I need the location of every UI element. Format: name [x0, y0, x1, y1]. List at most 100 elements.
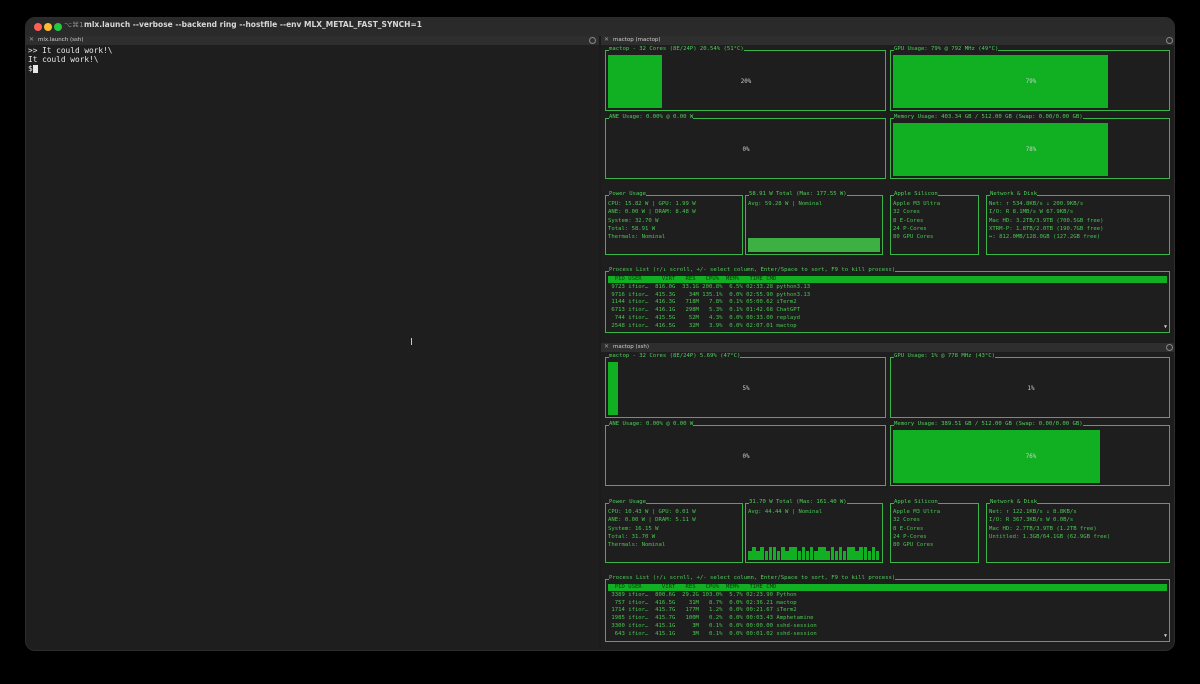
- power-panel-title: Power Usage: [609, 190, 647, 199]
- sparkline-bar: [781, 547, 785, 560]
- cpu-gauge-fill: [608, 55, 662, 108]
- table-row: 3300 ifior… 415.1G 3M 0.1% 0.0% 00:00.00…: [608, 622, 817, 629]
- network-panel-title: Network & Disk: [990, 190, 1038, 199]
- process-list[interactable]: Process List (↑/↓ scroll, +/- select col…: [605, 574, 1170, 642]
- power-panel-title: Power Usage: [609, 498, 647, 507]
- gpu-gauge-fill: [893, 55, 1108, 108]
- sparkline-bar: [793, 547, 797, 560]
- memory-usage-gauge: Memory Usage: 389.51 GB / 512.00 GB (Swa…: [890, 420, 1170, 486]
- table-row: 3389 ifior… 800.6G 29.2G 103.0% 5.7% 02:…: [608, 592, 797, 598]
- table-row: 757 ifior… 416.5G 31M 8.7% 0.0% 02:36.21…: [608, 599, 797, 606]
- process-rows[interactable]: 3389 ifior… 800.6G 29.2G 103.0% 5.7% 02:…: [608, 592, 817, 638]
- memory-usage-gauge: Memory Usage: 403.34 GB / 512.00 GB (Swa…: [890, 113, 1170, 179]
- network-disk-panel: Network & Disk Net: ↑ 534.8KB/s ↓ 200.9K…: [986, 190, 1170, 255]
- terminal-session[interactable]: >> It could work!\ It could work!\ $ I: [26, 45, 599, 650]
- sparkline-bar: [789, 547, 793, 560]
- process-list[interactable]: Process List (↑/↓ scroll, +/- select col…: [605, 266, 1170, 333]
- gpu-usage-gauge: GPU Usage: 79% @ 792 MHz (49°C) 79%: [890, 45, 1170, 111]
- close-icon[interactable]: ✕: [604, 343, 609, 350]
- gpu-gauge-title: GPU Usage: 79% @ 792 MHz (49°C): [894, 45, 999, 54]
- power-total-chart: 58.91 W Total (Max: 177.55 W) Avg: 59.28…: [745, 190, 883, 255]
- silicon-panel-title: Apple Silicon: [894, 498, 938, 507]
- title-bar[interactable]: ⌥⌘1 mlx.launch --verbose --backend ring …: [26, 18, 1174, 36]
- sparkline-bar: [847, 547, 851, 560]
- tab-mlx-launch[interactable]: ✕ mlx.launch (ssh): [26, 36, 599, 45]
- sparkline-bar: [851, 547, 855, 560]
- process-rows[interactable]: 9723 ifior… 816.0G 33.1G 200.8% 6.5% 02:…: [608, 284, 810, 330]
- memory-gauge-title: Memory Usage: 403.34 GB / 512.00 GB (Swa…: [894, 113, 1083, 122]
- cpu-usage-gauge: mactop - 32 Cores (8E/24P) 20.54% (51°C)…: [605, 45, 886, 111]
- cpu-usage-gauge: mactop - 32 Cores (8E/24P) 5.69% (47°C) …: [605, 352, 886, 418]
- zoom-window-button[interactable]: [54, 23, 62, 31]
- table-row: 6713 ifior… 416.1G 298M 5.3% 0.1% 01:42.…: [608, 307, 800, 314]
- sparkline-bar: [826, 551, 830, 560]
- power-sparkline: [748, 238, 880, 252]
- gpu-gauge-title: GPU Usage: 1% @ 778 MHz (43°C): [894, 352, 996, 361]
- network-panel-title: Network & Disk: [990, 498, 1038, 507]
- network-panel-text: Net: ↑ 122.1KB/s ↓ 8.8KB/s I/O: R 367.3K…: [989, 509, 1111, 540]
- sparkline-bar: [785, 551, 789, 560]
- close-window-button[interactable]: [34, 23, 42, 31]
- sparkline-bar: [814, 551, 818, 560]
- tab-activity-icon: [1166, 344, 1173, 351]
- table-row: 1714 ifior… 415.7G 177M 1.2% 0.0% 00:21.…: [608, 607, 797, 614]
- sparkline-bar: [772, 547, 777, 560]
- process-list-header[interactable]: PID USER VIRT RES CPU% MEM% TIME CMD: [608, 276, 1167, 283]
- sparkline-bar: [752, 547, 756, 560]
- ane-gauge-percent: 0%: [742, 147, 750, 153]
- sparkline-bar: [818, 547, 822, 560]
- scroll-down-arrow-icon[interactable]: ▼: [1164, 324, 1167, 330]
- scroll-down-arrow-icon[interactable]: ▼: [1164, 633, 1167, 639]
- memory-gauge-fill: [893, 430, 1100, 483]
- tab-mactop-ssh[interactable]: ✕ mactop (ssh): [601, 343, 1174, 352]
- power-usage-panel: Power Usage CPU: 15.82 W | GPU: 1.99 W A…: [605, 190, 743, 255]
- sparkline-bar: [863, 547, 868, 560]
- silicon-panel-text: Apple M3 Ultra 32 Cores 8 E-Cores 24 P-C…: [893, 509, 941, 549]
- power-total-chart: 31.70 W Total (Max: 161.40 W) Avg: 44.44…: [745, 498, 883, 563]
- sparkline-bar: [776, 551, 781, 560]
- power-usage-panel: Power Usage CPU: 10.43 W | GPU: 0.01 W A…: [605, 498, 743, 563]
- sparkline-bar: [871, 547, 876, 560]
- sparkline-bar: [809, 547, 814, 560]
- sparkline-bar: [760, 547, 764, 560]
- tab-label: mactop (ssh): [613, 344, 650, 350]
- tab-label: mactop (mactop): [613, 37, 661, 43]
- close-icon[interactable]: ✕: [604, 36, 609, 43]
- sparkline-bar: [867, 551, 872, 560]
- gpu-gauge-percent: 1%: [1027, 386, 1035, 392]
- cpu-gauge-title: mactop - 32 Cores (8E/24P) 20.54% (51°C): [609, 45, 744, 54]
- sparkline-bar: [748, 551, 752, 560]
- ane-gauge-title: ANE Usage: 0.00% @ 0.00 W: [609, 420, 694, 429]
- memory-gauge-percent: 76%: [1025, 454, 1037, 460]
- terminal-prompt: $: [28, 64, 38, 73]
- sparkline-bar: [838, 547, 843, 560]
- table-row: 9716 ifior… 415.3G 34M 135.1% 0.0% 02:55…: [608, 291, 811, 298]
- sparkline-bar: [875, 551, 880, 560]
- apple-silicon-panel: Apple Silicon Apple M3 Ultra 32 Cores 8 …: [890, 498, 979, 563]
- sparkline-bar: [801, 547, 806, 560]
- memory-gauge-fill: [893, 123, 1108, 176]
- window-shortcut: ⌥⌘1: [64, 21, 84, 29]
- power-sparkline: [748, 544, 880, 560]
- mactop-pane-local[interactable]: mactop - 32 Cores (8E/24P) 20.54% (51°C)…: [601, 45, 1174, 343]
- mactop-pane-ssh[interactable]: mactop - 32 Cores (8E/24P) 5.69% (47°C) …: [601, 352, 1174, 650]
- network-disk-panel: Network & Disk Net: ↑ 122.1KB/s ↓ 8.8KB/…: [986, 498, 1170, 563]
- ane-usage-gauge: ANE Usage: 0.00% @ 0.00 W 0%: [605, 113, 886, 179]
- window-title: mlx.launch --verbose --backend ring --ho…: [84, 20, 422, 29]
- silicon-panel-text: Apple M3 Ultra 32 Cores 8 E-Cores 24 P-C…: [893, 201, 941, 241]
- cpu-gauge-fill: [608, 362, 618, 415]
- text-cursor: [32, 65, 38, 73]
- close-icon[interactable]: ✕: [29, 36, 34, 43]
- tab-label: mlx.launch (ssh): [38, 37, 84, 43]
- sparkline-bar: [830, 547, 835, 560]
- table-row: 744 ifior… 415.5G 52M 4.3% 0.0% 00:33.00…: [608, 314, 800, 321]
- process-list-title: Process List (↑/↓ scroll, +/- select col…: [609, 266, 896, 275]
- sparkline-bar: [756, 551, 760, 560]
- process-list-header[interactable]: PID USER VIRT RES CPU% MEM% TIME CMD: [608, 584, 1167, 591]
- table-row: 643 ifior… 415.1G 3M 0.1% 0.0% 00:01.02 …: [608, 630, 817, 637]
- ibeam-cursor-icon: I: [410, 337, 413, 348]
- tab-mactop-local[interactable]: ✕ mactop (mactop): [601, 36, 1174, 45]
- sparkline-bar: [768, 547, 773, 560]
- terminal-line: >> It could work!\: [28, 46, 113, 55]
- minimize-window-button[interactable]: [44, 23, 52, 31]
